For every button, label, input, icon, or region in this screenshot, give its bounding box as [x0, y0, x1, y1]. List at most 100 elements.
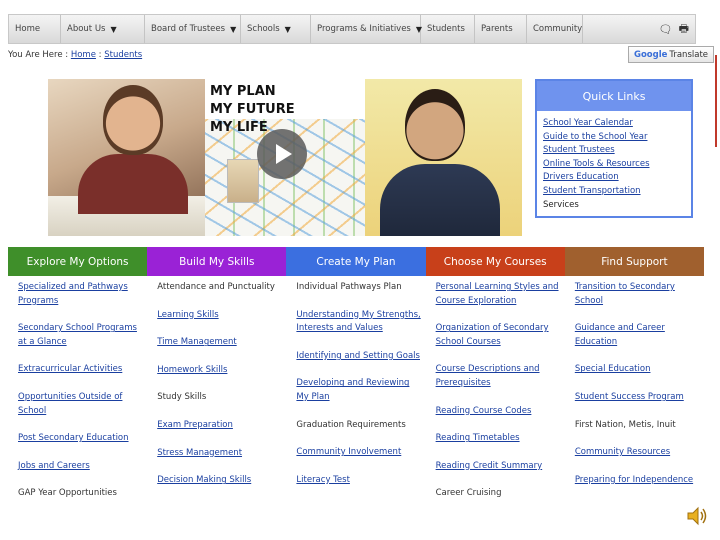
link-column-4: Personal Learning Styles and Course Expl… [426, 281, 565, 515]
nav-item-community[interactable]: Community [527, 15, 583, 43]
nav-item-board-of-trustees[interactable]: Board of Trustees ▼ [145, 15, 241, 43]
category-tab-create-my-plan[interactable]: Create My Plan [286, 247, 426, 276]
quick-links-title: Quick Links [537, 81, 691, 111]
column-link: Career Cruising [435, 488, 502, 499]
edge-accent [715, 55, 717, 147]
caret-down-icon: ▼ [284, 24, 291, 34]
category-tab-explore-my-options[interactable]: Explore My Options [8, 247, 148, 276]
play-video-button[interactable] [257, 129, 307, 179]
column-link[interactable]: Decision Making Skills [157, 474, 282, 488]
girl-photo [48, 79, 205, 236]
category-tabs: Explore My Options Build My Skills Create … [8, 247, 705, 276]
hero-line-1: MY PLAN [210, 84, 276, 99]
column-link[interactable]: Course Descriptions and Prerequisites [436, 363, 561, 390]
column-link: Study Skills [157, 392, 207, 403]
hero-banner: MY PLAN MY FUTURE MY LIFE [48, 79, 522, 236]
nav-item-label: Board of Trustees [151, 24, 226, 34]
column-link[interactable]: Opportunities Outside of School [18, 391, 143, 418]
nav-item-label: Community [533, 24, 583, 34]
column-link[interactable]: Exam Preparation [157, 419, 282, 433]
nav-item-parents[interactable]: Parents [475, 15, 527, 43]
quick-link-item[interactable]: Student Trustees [543, 144, 685, 158]
column-link[interactable]: Reading Course Codes [436, 405, 561, 419]
column-link: Graduation Requirements [296, 419, 406, 430]
breadcrumb: You Are Here : Home : Students [8, 50, 142, 60]
hero-line-2: MY FUTURE [210, 102, 295, 117]
translate-label: Translate [669, 49, 709, 60]
breadcrumb-prefix: You Are Here : [8, 50, 69, 60]
nav-item-programs-initiatives[interactable]: Programs & Initiatives ▼ [311, 15, 422, 43]
nav-item-label: Parents [481, 24, 513, 34]
column-link: Attendance and Punctuality [157, 282, 275, 292]
link-column-3: Individual Pathways Plan Understanding My… [286, 281, 425, 515]
quick-link-item[interactable]: School Year Calendar [543, 117, 685, 131]
column-link[interactable]: Post Secondary Education [18, 432, 143, 446]
column-link[interactable]: Understanding My Strengths, Interests an… [296, 309, 421, 336]
nav-item-label: Students [427, 24, 465, 34]
nav-item-schools[interactable]: Schools ▼ [241, 15, 311, 43]
breadcrumb-separator: : [98, 50, 102, 60]
nav-item-home[interactable]: Home [9, 15, 61, 43]
quick-links-list: School Year Calendar Guide to the School … [537, 111, 691, 212]
column-link[interactable]: Jobs and Careers [18, 460, 143, 474]
column-link[interactable]: Reading Credit Summary [436, 460, 561, 474]
column-link[interactable]: Community Involvement [296, 446, 421, 460]
quick-link-item[interactable]: Student Transportation [543, 185, 685, 199]
nav-items: Home About Us ▼ Board of Trustees ▼ Schools ▼ P… [9, 15, 583, 43]
caret-down-icon: ▼ [230, 24, 237, 34]
quick-link-item[interactable]: Online Tools & Resources [543, 158, 685, 172]
nav-item-students[interactable]: Students [421, 15, 475, 43]
quick-link-item[interactable]: Drivers Education [543, 171, 685, 185]
column-link[interactable]: Literacy Test [296, 474, 421, 488]
column-link[interactable]: Secondary School Programs at a Glance [18, 322, 143, 349]
speaker-icon[interactable] [686, 506, 708, 526]
quick-link-item[interactable]: Guide to the School Year [543, 131, 685, 145]
category-tab-find-support[interactable]: Find Support [564, 247, 705, 276]
breadcrumb-current-link[interactable]: Students [104, 50, 142, 60]
speech-bubble-icon[interactable]: 🗨 [659, 23, 673, 36]
top-navigation: Home About Us ▼ Board of Trustees ▼ Schools ▼ P… [8, 14, 696, 44]
column-link[interactable]: Time Management [157, 336, 282, 350]
column-link[interactable]: Special Education [575, 363, 700, 377]
video-panel: MY PLAN MY FUTURE MY LIFE [205, 79, 365, 236]
nav-item-about-us[interactable]: About Us ▼ [61, 15, 145, 43]
column-link[interactable]: Personal Learning Styles and Course Expl… [436, 281, 561, 308]
column-link[interactable]: Stress Management [157, 447, 282, 461]
column-link: First Nation, Metis, Inuit [574, 419, 676, 430]
column-link[interactable]: Guidance and Career Education [575, 322, 700, 349]
category-tab-choose-my-courses[interactable]: Choose My Courses [425, 247, 565, 276]
nav-icons: 🗨 🖶 [659, 20, 695, 39]
column-link[interactable]: Specialized and Pathways Programs [18, 281, 143, 308]
column-link[interactable]: Organization of Secondary School Courses [436, 322, 561, 349]
nav-item-label: About Us [67, 24, 106, 34]
caret-down-icon: ▼ [110, 24, 117, 34]
play-icon [276, 144, 292, 164]
column-link[interactable]: Reading Timetables [436, 432, 561, 446]
link-column-2: Attendance and Punctuality Learning Skill… [147, 281, 286, 515]
column-link[interactable]: Student Success Program [575, 391, 700, 405]
google-logo-text: Google [633, 49, 668, 60]
boy-photo [365, 79, 522, 236]
column-link[interactable]: Identifying and Setting Goals [296, 350, 421, 364]
column-link[interactable]: Extracurricular Activities [18, 363, 143, 377]
print-icon[interactable]: 🖶 [679, 20, 689, 39]
nav-item-label: Home [15, 24, 41, 34]
google-translate-button[interactable]: Google Translate [628, 46, 714, 63]
column-link: Individual Pathways Plan [296, 282, 402, 292]
column-link[interactable]: Community Resources [575, 446, 700, 460]
link-column-1: Specialized and Pathways Programs Seconda… [8, 281, 147, 515]
column-link[interactable]: Developing and Reviewing My Plan [296, 377, 421, 404]
quick-links-panel: Quick Links School Year Calendar Guide to… [535, 79, 693, 218]
column-link[interactable]: Homework Skills [157, 364, 282, 378]
quick-link-item[interactable]: Services [543, 199, 685, 213]
nav-item-label: Programs & Initiatives [317, 24, 411, 34]
column-link[interactable]: Preparing for Independence [575, 474, 700, 488]
link-columns: Specialized and Pathways Programs Seconda… [8, 281, 704, 515]
category-tab-build-my-skills[interactable]: Build My Skills [147, 247, 287, 276]
column-link[interactable]: Transition to Secondary School [575, 281, 700, 308]
nav-item-label: Schools [247, 24, 280, 34]
student-thumbnail [227, 159, 259, 203]
link-column-5: Transition to Secondary School Guidance a… [565, 281, 704, 515]
column-link[interactable]: Learning Skills [157, 309, 282, 323]
breadcrumb-home-link[interactable]: Home [71, 50, 96, 60]
